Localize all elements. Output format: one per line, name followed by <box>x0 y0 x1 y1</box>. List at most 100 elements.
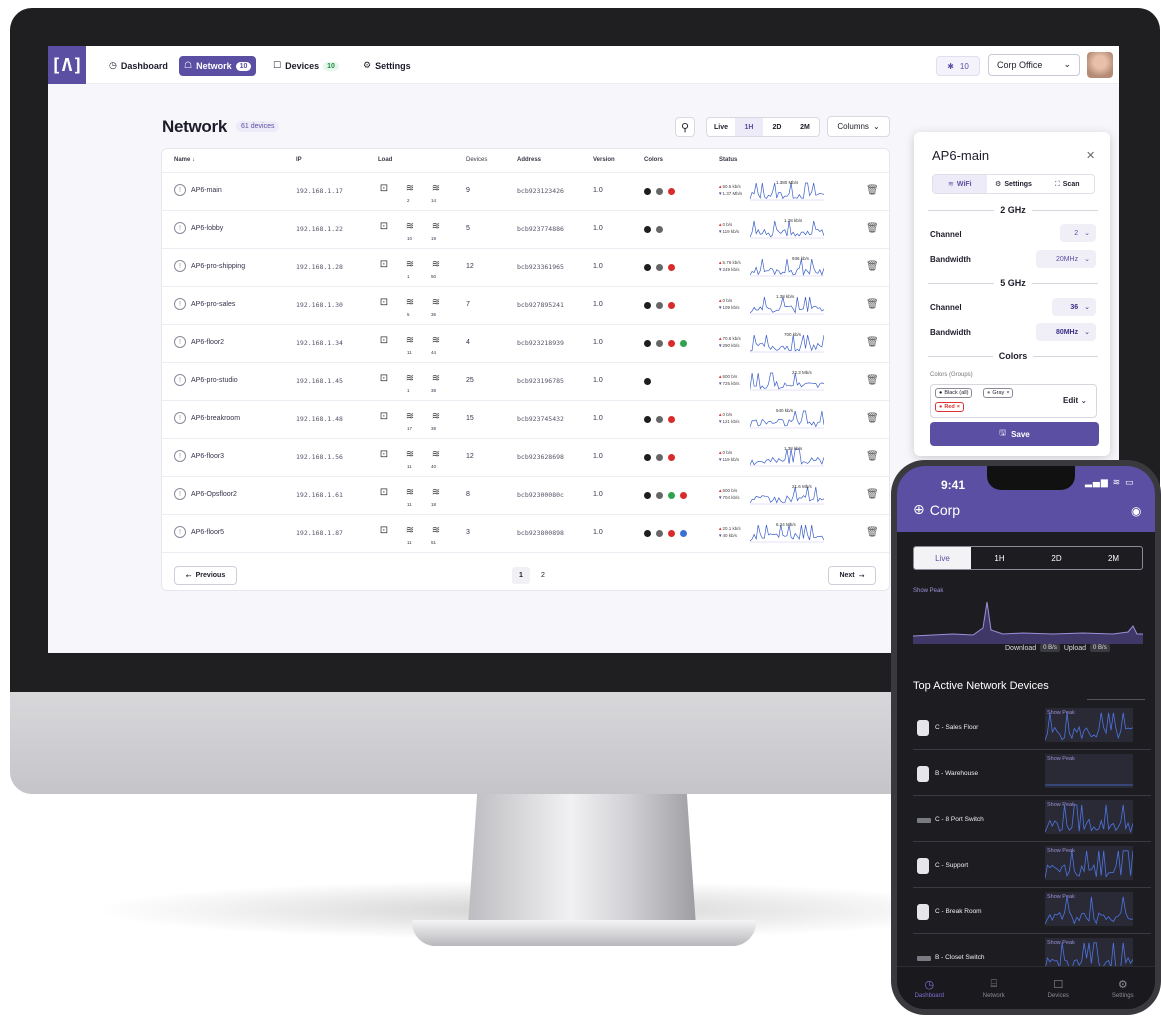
channel-select-2ghz[interactable]: 2 ⌄ <box>1060 224 1096 242</box>
next-page-button[interactable]: Next → <box>828 566 876 585</box>
tab-scan[interactable]: ⛶ Scan <box>1040 175 1094 193</box>
trash-icon[interactable]: 🗑 <box>866 185 879 196</box>
wifi-5ghz-icon: ≋ <box>431 411 441 422</box>
column-header-address[interactable]: Address <box>517 157 541 163</box>
range-1h[interactable]: 1H <box>735 118 763 136</box>
show-peak-toggle[interactable]: Show Peak <box>1047 848 1075 854</box>
top-device-row[interactable]: C - Sales Floor Show Peak <box>913 704 1151 750</box>
trash-icon[interactable]: 🗑 <box>866 299 879 310</box>
device-name[interactable]: AP6-pro-sales <box>191 301 235 308</box>
channel-select-5ghz[interactable]: 36 ⌄ <box>1052 298 1096 316</box>
profile-icon[interactable]: ◉ <box>1131 504 1141 518</box>
trash-icon[interactable]: 🗑 <box>866 451 879 462</box>
trash-icon[interactable]: 🗑 <box>866 337 879 348</box>
app-logo[interactable]: [Λ] <box>48 46 86 84</box>
page-1-button[interactable]: 1 <box>512 567 530 584</box>
column-header-colors[interactable]: Colors <box>644 157 663 163</box>
color-chip-red[interactable]: ● Red × <box>935 402 964 412</box>
nav-settings[interactable]: ⚙ Settings <box>358 56 416 76</box>
table-row[interactable]: ! AP6-pro-sales 192.168.1.30 ⊡ ≋ ≋ 5 36 7 bcb9278… <box>162 287 889 325</box>
trash-icon[interactable]: 🗑 <box>866 527 879 538</box>
show-peak-toggle[interactable]: Show Peak <box>1047 802 1075 808</box>
phone-nav-devices[interactable]: ☐ Devices <box>1026 967 1091 1009</box>
column-header-name[interactable]: Name ↓ <box>174 157 195 163</box>
phone-range-2d[interactable]: 2D <box>1028 547 1085 569</box>
save-button[interactable]: 🖫 Save <box>930 422 1099 446</box>
column-header-devices[interactable]: Devices <box>466 157 487 163</box>
top-device-row[interactable]: C - Support Show Peak <box>913 842 1151 888</box>
range-2m[interactable]: 2M <box>791 118 819 136</box>
remove-icon[interactable]: × <box>957 404 960 410</box>
trash-icon[interactable]: 🗑 <box>866 413 879 424</box>
nav-dashboard[interactable]: ◷ Dashboard <box>104 56 173 76</box>
column-header-version[interactable]: Version <box>593 157 615 163</box>
show-peak-toggle[interactable]: Show Peak <box>1047 940 1075 946</box>
show-peak-toggle[interactable]: Show Peak <box>1047 710 1075 716</box>
device-name[interactable]: AP6-lobby <box>191 225 223 232</box>
device-name[interactable]: AP6-pro-shipping <box>191 263 245 270</box>
device-name[interactable]: AP6-floor2 <box>191 339 224 346</box>
show-peak-toggle[interactable]: Show Peak <box>1047 756 1075 762</box>
phone-range-live[interactable]: Live <box>914 547 971 569</box>
device-name[interactable]: AP6-breakroom <box>191 415 240 422</box>
table-row[interactable]: ! AP6-floor5 192.168.1.87 ⊡ ≋ ≋ 11 51 3 bcb923800… <box>162 515 889 553</box>
site-select[interactable]: Corp Office ⌄ <box>988 54 1080 76</box>
device-name[interactable]: AP6-pro-studio <box>191 377 238 384</box>
table-row[interactable]: ! AP6-Opsfloor2 192.168.1.61 ⊡ ≋ ≋ 11 18 8 bcb923… <box>162 477 889 515</box>
column-header-status[interactable]: Status <box>719 157 737 163</box>
previous-page-button[interactable]: ← Previous <box>174 566 237 585</box>
phone-nav-network[interactable]: ⌸ Network <box>962 967 1027 1009</box>
search-button[interactable]: ⚲ <box>675 117 695 137</box>
device-ip: 192.168.1.17 <box>296 187 343 195</box>
close-icon[interactable]: ✕ <box>1086 149 1095 162</box>
bandwidth-select-5ghz[interactable]: 80MHz ⌄ <box>1036 323 1096 341</box>
remove-icon[interactable]: × <box>1006 390 1009 396</box>
phone-range-1h[interactable]: 1H <box>971 547 1028 569</box>
color-chip-black[interactable]: ● Black (all) <box>935 388 973 398</box>
table-row[interactable]: ! AP6-main 192.168.1.17 ⊡ ≋ ≋ 2 14 9 bcb923123426… <box>162 173 889 211</box>
trash-icon[interactable]: 🗑 <box>866 375 879 386</box>
column-header-load[interactable]: Load <box>378 157 392 163</box>
device-name[interactable]: AP6-main <box>191 187 222 194</box>
show-peak-toggle[interactable]: Show Peak <box>1047 894 1075 900</box>
columns-dropdown[interactable]: Columns ⌄ <box>827 116 890 137</box>
table-row[interactable]: ! AP6-pro-shipping 192.168.1.28 ⊡ ≋ ≋ 1 50 12 bcb… <box>162 249 889 287</box>
range-live[interactable]: Live <box>707 118 735 136</box>
upload-rate: ▲50.5 kb/s <box>718 184 741 189</box>
color-chip-gray[interactable]: ● Gray × <box>983 388 1014 398</box>
top-device-row[interactable]: B - Warehouse Show Peak <box>913 750 1151 796</box>
colors-edit-dropdown[interactable]: Edit ⌄ <box>1063 396 1087 405</box>
top-device-row[interactable]: C - Break Room Show Peak <box>913 888 1151 934</box>
table-row[interactable]: ! AP6-floor3 192.168.1.56 ⊡ ≋ ≋ 11 40 12 bcb92362… <box>162 439 889 477</box>
column-header-ip[interactable]: IP <box>296 157 302 163</box>
org-switcher[interactable]: ⊕ Corp <box>913 502 960 518</box>
table-row[interactable]: ! AP6-lobby 192.168.1.22 ⊡ ≋ ≋ 10 19 5 bcb9237748… <box>162 211 889 249</box>
phone-range-2m[interactable]: 2M <box>1085 547 1142 569</box>
user-avatar[interactable] <box>1087 52 1113 78</box>
phone-nav-settings[interactable]: ⚙ Settings <box>1091 967 1156 1009</box>
device-name[interactable]: AP6-Opsfloor2 <box>191 491 237 498</box>
color-tag-dot <box>644 378 651 385</box>
table-row[interactable]: ! AP6-breakroom 192.168.1.48 ⊡ ≋ ≋ 17 38 15 bcb92… <box>162 401 889 439</box>
table-row[interactable]: ! AP6-pro-studio 192.168.1.45 ⊡ ≋ ≋ 1 38 25 bcb92… <box>162 363 889 401</box>
nav-devices[interactable]: ☐ Devices 10 <box>268 56 344 76</box>
trash-icon[interactable]: 🗑 <box>866 223 879 234</box>
show-peak-toggle[interactable]: Show Peak <box>913 588 943 594</box>
colors-multiselect[interactable]: ● Black (all) ● Gray × ● Red × Edit ⌄ <box>930 384 1097 418</box>
color-tag-dot <box>668 454 675 461</box>
trash-icon[interactable]: 🗑 <box>866 261 879 272</box>
color-tag-dot <box>656 454 663 461</box>
device-name[interactable]: AP6-floor3 <box>191 453 224 460</box>
trash-icon[interactable]: 🗑 <box>866 489 879 500</box>
device-name[interactable]: AP6-floor5 <box>191 529 224 536</box>
tab-settings[interactable]: ⚙ Settings <box>987 175 1041 193</box>
table-row[interactable]: ! AP6-floor2 192.168.1.34 ⊡ ≋ ≋ 11 44 4 bcb923218… <box>162 325 889 363</box>
top-device-row[interactable]: C - 8 Port Switch Show Peak <box>913 796 1151 842</box>
page-2-button[interactable]: 2 <box>534 567 552 584</box>
bandwidth-select-2ghz[interactable]: 20MHz ⌄ <box>1036 250 1096 268</box>
phone-nav-dashboard[interactable]: ◷ Dashboard <box>897 967 962 1009</box>
tab-wifi[interactable]: ≋ WiFi <box>933 175 987 193</box>
notifications-button[interactable]: ✱ 10 <box>936 56 980 76</box>
nav-network[interactable]: ☖ Network 10 <box>179 56 257 76</box>
range-2d[interactable]: 2D <box>763 118 791 136</box>
